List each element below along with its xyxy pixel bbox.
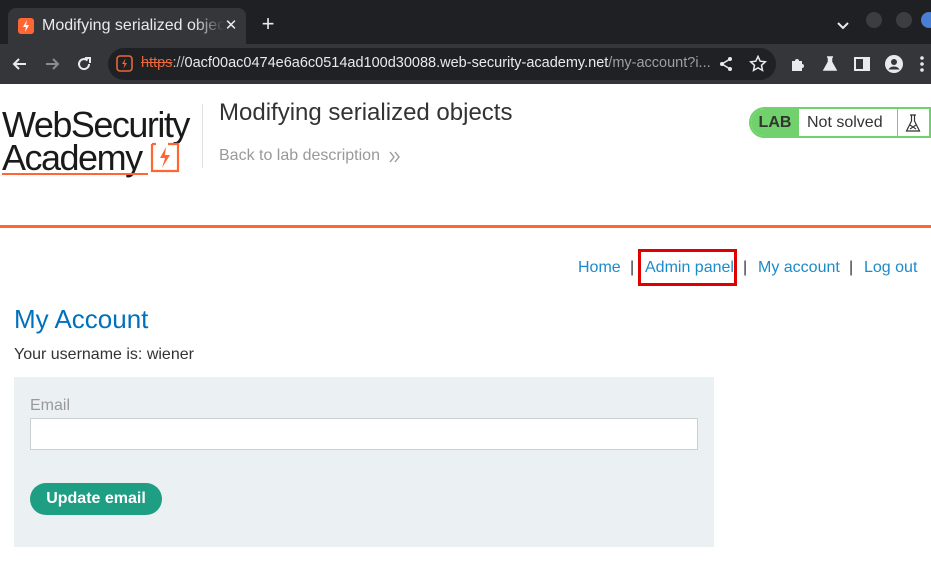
back-to-lab-description-link[interactable]: Back to lab description — [219, 147, 380, 165]
window-close-button[interactable] — [921, 12, 931, 28]
lab-title: Modifying serialized objects — [219, 99, 513, 126]
share-icon[interactable] — [717, 55, 735, 73]
not-secure-warning-icon[interactable] — [116, 55, 133, 72]
username-text: Your username is: wiener — [14, 346, 194, 363]
browser-menu-icon[interactable] — [912, 54, 931, 74]
lab-badge: LAB — [751, 109, 799, 136]
browser-toolbar: https://0acf00ac0474e6a6c0514ad100d30088… — [0, 44, 931, 84]
burp-favicon-icon — [18, 18, 34, 34]
header-orange-rule — [0, 225, 931, 228]
extensions-puzzle-icon[interactable] — [788, 54, 808, 74]
bookmark-star-icon[interactable] — [748, 54, 768, 73]
labs-flask-icon[interactable] — [820, 54, 840, 74]
nav-separator: | — [630, 259, 635, 276]
email-field[interactable] — [30, 418, 698, 450]
lightning-bolt-icon — [148, 142, 182, 174]
new-tab-icon[interactable]: + — [257, 13, 279, 35]
back-arrow-icon[interactable] — [10, 54, 30, 74]
forward-arrow-icon[interactable] — [42, 54, 62, 74]
header-divider — [202, 104, 203, 168]
lab-status-text: Not solved — [807, 114, 883, 131]
url-separator: :// — [172, 55, 185, 71]
nav-log-out-link[interactable]: Log out — [864, 259, 917, 277]
reload-icon[interactable] — [74, 54, 94, 74]
tab-search-chevron-icon[interactable] — [833, 15, 853, 35]
url-text: https://0acf00ac0474e6a6c0514ad100d30088… — [141, 55, 711, 71]
tab-close-icon[interactable]: ✕ — [222, 17, 240, 35]
web-page: WebSecurity Academy Modifying serialized… — [0, 84, 931, 585]
nav-separator: | — [743, 259, 748, 276]
page-heading: My Account — [14, 304, 149, 334]
url-path: /my-account?i... — [608, 55, 711, 71]
account-navigation: Home | Admin panel | My account | Log ou… — [0, 259, 931, 281]
tab-title: Modifying serialized objects — [42, 17, 224, 35]
email-label: Email — [30, 397, 71, 414]
window-minimize-button[interactable] — [866, 12, 882, 28]
profile-avatar-icon[interactable] — [884, 54, 904, 74]
web-security-academy-logo[interactable]: WebSecurity Academy — [2, 104, 202, 178]
logo-underline — [2, 173, 148, 175]
admin-panel-highlight-box — [638, 249, 737, 286]
lab-status-widget: LAB Not solved — [749, 107, 931, 138]
email-change-form: Email Update email — [14, 377, 714, 547]
url-scheme: https — [141, 55, 173, 71]
flask-icon — [904, 113, 922, 133]
url-host: 0acf00ac0474e6a6c0514ad100d30088.web-sec… — [184, 55, 609, 71]
address-bar[interactable]: https://0acf00ac0474e6a6c0514ad100d30088… — [108, 48, 776, 80]
browser-tab[interactable]: Modifying serialized objects ✕ — [8, 8, 246, 44]
nav-home-link[interactable]: Home — [578, 259, 621, 277]
browser-tab-bar: Modifying serialized objects ✕ + — [0, 0, 931, 44]
nav-my-account-link[interactable]: My account — [758, 259, 840, 277]
window-maximize-button[interactable] — [896, 12, 912, 28]
update-email-button[interactable]: Update email — [30, 483, 162, 515]
double-chevron-right-icon[interactable] — [389, 150, 401, 164]
lab-status-divider — [897, 109, 898, 136]
side-panel-icon[interactable] — [852, 54, 872, 74]
nav-separator: | — [849, 259, 854, 276]
